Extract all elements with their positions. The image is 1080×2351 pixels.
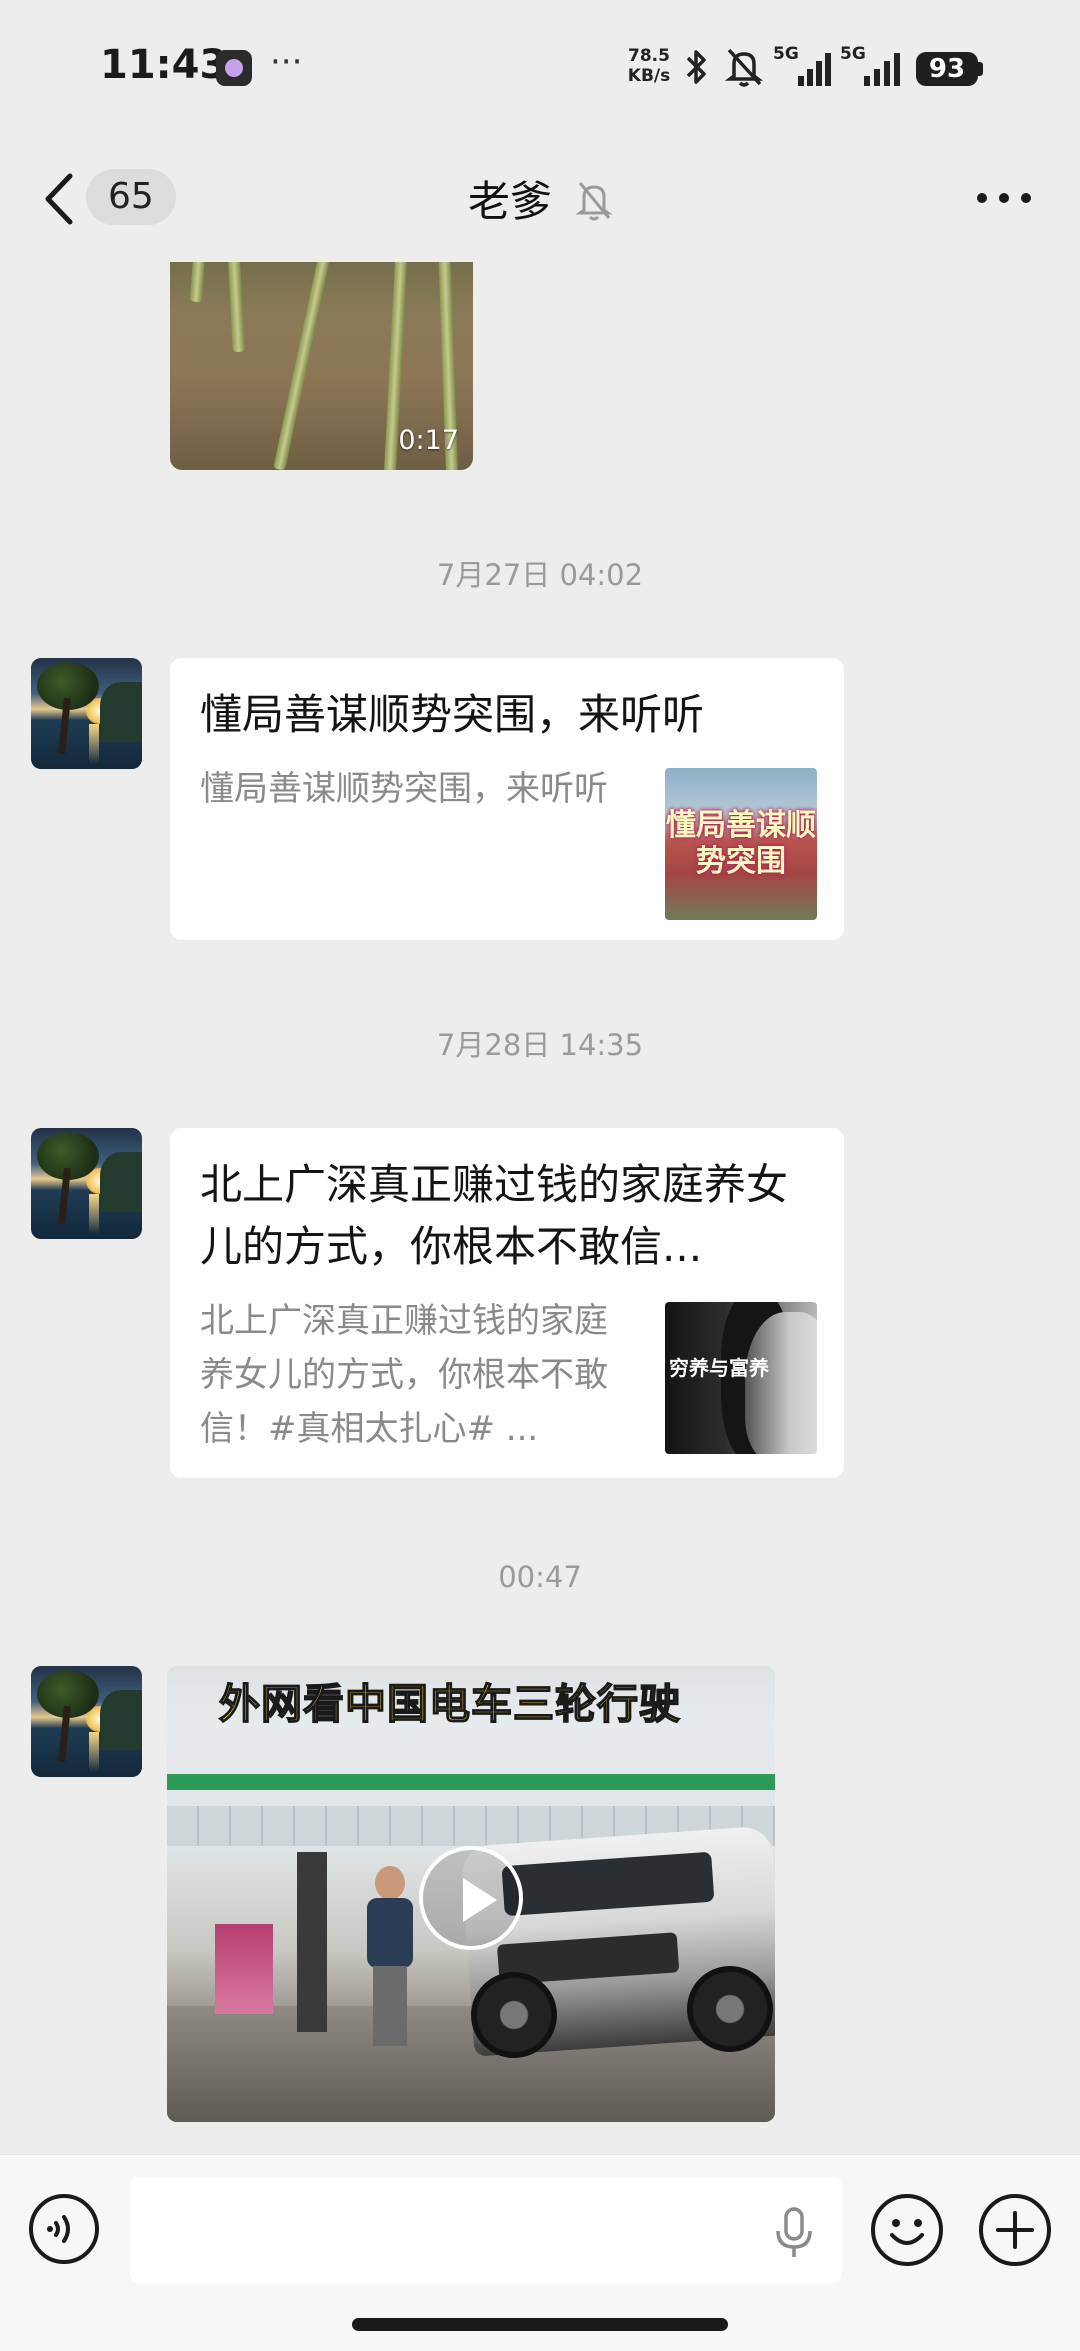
app-notification-icon xyxy=(216,50,252,86)
voice-input-icon[interactable] xyxy=(28,2193,100,2265)
video-message[interactable]: 0:17 xyxy=(170,262,473,470)
clock: 11:43 xyxy=(100,42,228,88)
video-frame-detail xyxy=(167,1774,775,1790)
video-frame-detail xyxy=(471,1972,557,2058)
thumbnail-text: 穷养与富养 xyxy=(669,1356,769,1380)
play-icon[interactable] xyxy=(419,1846,523,1950)
video-frame-detail xyxy=(367,1898,413,1968)
avatar[interactable] xyxy=(31,1128,142,1239)
network-speed-unit: KB/s xyxy=(627,66,671,86)
video-message[interactable]: 外网看中国电车三轮行驶 xyxy=(167,1666,775,2122)
video-frame-detail xyxy=(363,1866,417,2046)
signal-strength-icon xyxy=(798,53,831,86)
video-frame-detail xyxy=(375,1866,405,1900)
avatar-detail xyxy=(89,724,99,764)
network-speed: 78.5 KB/s xyxy=(622,46,676,86)
home-indicator[interactable] xyxy=(352,2318,728,2331)
video-frame-detail xyxy=(297,1852,327,2032)
card-thumbnail: 穷养与富养 xyxy=(665,1302,817,1454)
card-thumbnail: 懂局善谋顺势突围 xyxy=(665,768,817,920)
mute-bell-icon xyxy=(575,182,613,221)
avatar-detail xyxy=(100,1152,142,1212)
video-headline-text: 外网看中国电车三轮行驶 xyxy=(218,1679,681,1729)
link-card-message[interactable]: 北上广深真正赚过钱的家庭养女儿的方式，你根本不敢信... 北上广深真正赚过钱的家… xyxy=(170,1128,844,1478)
avatar-detail xyxy=(89,1732,99,1772)
avatar-detail xyxy=(100,682,142,742)
video-frame-detail xyxy=(687,1966,773,2052)
timestamp: 7月28日 14:35 xyxy=(436,1028,644,1062)
sim1-network-type: 5G xyxy=(773,44,799,64)
plus-icon[interactable] xyxy=(978,2193,1052,2267)
video-frame-detail xyxy=(227,262,245,353)
video-headline: 外网看中国电车三轮行驶 xyxy=(167,1666,775,1729)
link-card-message[interactable]: 懂局善谋顺势突围，来听听 懂局善谋顺势突围，来听听 懂局善谋顺势突围 xyxy=(170,658,844,940)
status-bar: 11:43 ··· 78.5 KB/s 5G 5G 93 xyxy=(0,0,1080,140)
message-input[interactable] xyxy=(130,2177,842,2283)
bluetooth-icon xyxy=(686,50,706,84)
video-frame-detail xyxy=(273,262,335,470)
more-icon[interactable] xyxy=(976,188,1032,208)
timestamp: 00:47 xyxy=(498,1560,582,1594)
message-list[interactable]: 0:17 7月27日 04:02 懂局善谋顺势突围，来听听 懂局善谋顺势突围，来… xyxy=(0,262,1080,2154)
chat-header: 65 老爹 xyxy=(0,140,1080,262)
avatar-detail xyxy=(100,1690,142,1750)
battery-level: 93 xyxy=(916,52,978,86)
emoji-icon[interactable] xyxy=(870,2193,944,2267)
thumbnail-text: 懂局善谋顺势突围 xyxy=(666,808,816,879)
mute-notifications-icon xyxy=(724,48,764,87)
card-title: 北上广深真正赚过钱的家庭养女儿的方式，你根本不敢信... xyxy=(200,1160,789,1271)
avatar[interactable] xyxy=(31,1666,142,1777)
video-frame-detail xyxy=(373,1966,407,2046)
card-title: 懂局善谋顺势突围，来听听 xyxy=(200,690,705,739)
thumbnail-detail xyxy=(745,1312,817,1454)
avatar[interactable] xyxy=(31,658,142,769)
card-description: 北上广深真正赚过钱的家庭养女儿的方式，你根本不敢信！#真相太扎心# ... xyxy=(200,1301,608,1449)
mic-icon[interactable] xyxy=(770,2205,818,2261)
avatar-detail xyxy=(89,1194,99,1234)
network-speed-value: 78.5 xyxy=(628,46,670,66)
video-frame-detail xyxy=(189,262,207,303)
video-frame-detail xyxy=(215,1924,273,2014)
chat-title: 老爹 xyxy=(467,177,552,226)
more-notifications-indicator: ··· xyxy=(270,42,303,82)
video-duration: 0:17 xyxy=(398,425,459,456)
timestamp: 7月27日 04:02 xyxy=(436,558,644,592)
battery-icon xyxy=(978,62,983,76)
video-frame-detail xyxy=(501,1851,715,1917)
card-description: 懂局善谋顺势突围，来听听 xyxy=(200,769,608,809)
signal-strength-icon xyxy=(864,53,900,86)
